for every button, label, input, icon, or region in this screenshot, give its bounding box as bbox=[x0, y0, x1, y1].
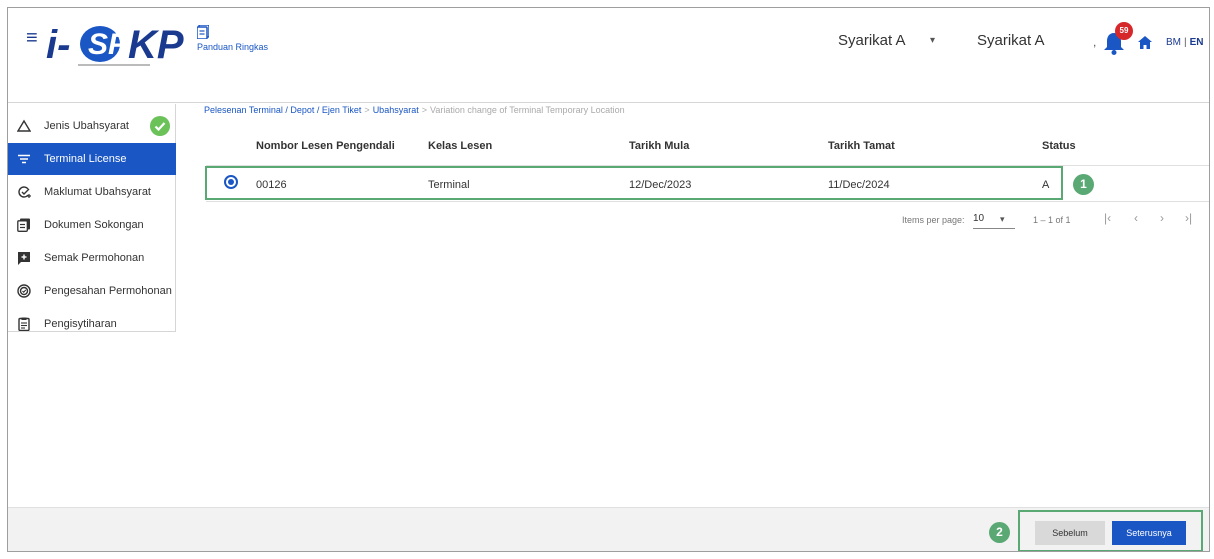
breadcrumb-link-pelesenan[interactable]: Pelesenan Terminal / Depot / Ejen Tiket bbox=[204, 105, 361, 115]
column-header-tarikh-mula[interactable]: Tarikh Mula bbox=[629, 140, 689, 152]
hamburger-icon[interactable]: ≡ bbox=[26, 28, 38, 48]
next-button[interactable]: Seterusnya bbox=[1112, 521, 1186, 545]
sidebar-item-maklumat-ubahsyarat[interactable]: Maklumat Ubahsyarat bbox=[8, 176, 176, 208]
separator-comma: , bbox=[1093, 35, 1097, 49]
sidebar-item-label: Terminal License bbox=[44, 153, 127, 165]
sidebar-item-label: Pengisytiharan bbox=[44, 318, 117, 330]
sidebar-item-dokumen-sokongan[interactable]: Dokumen Sokongan bbox=[8, 209, 176, 241]
first-page-icon[interactable]: |‹ bbox=[1104, 211, 1111, 225]
edit-check-icon bbox=[17, 185, 31, 199]
sidebar-item-label: Dokumen Sokongan bbox=[44, 219, 144, 231]
lang-bm[interactable]: BM bbox=[1166, 37, 1181, 48]
clipboard-icon bbox=[17, 317, 31, 331]
lang-en[interactable]: EN bbox=[1190, 37, 1204, 48]
previous-button[interactable]: Sebelum bbox=[1035, 521, 1105, 545]
last-page-icon[interactable]: ›| bbox=[1185, 211, 1192, 225]
column-header-tarikh-tamat[interactable]: Tarikh Tamat bbox=[828, 140, 895, 152]
column-header-status[interactable]: Status bbox=[1042, 140, 1076, 152]
column-header-nombor-lesen[interactable]: Nombor Lesen Pengendali bbox=[256, 140, 395, 152]
top-header: ≡ i- SP KP Panduan Ringkas Syarikat A ▾ … bbox=[8, 8, 1209, 103]
pagination-range: 1 – 1 of 1 bbox=[1033, 215, 1071, 225]
quick-guide-label: Panduan Ringkas bbox=[197, 42, 269, 52]
breadcrumb-separator: > bbox=[364, 105, 370, 115]
breadcrumb-current: Variation change of Terminal Temporary L… bbox=[429, 105, 625, 115]
sidebar-item-terminal-license[interactable]: Terminal License bbox=[8, 143, 176, 175]
language-switcher: BM | EN bbox=[1166, 37, 1204, 48]
sidebar-item-label: Jenis Ubahsyarat bbox=[44, 120, 129, 132]
home-icon[interactable] bbox=[1138, 36, 1152, 49]
check-circle-icon bbox=[150, 116, 170, 136]
svg-text:SP: SP bbox=[88, 28, 129, 61]
triangle-icon bbox=[17, 119, 31, 133]
sidebar-item-label: Semak Permohonan bbox=[44, 252, 145, 264]
breadcrumb: Pelesenan Terminal / Depot / Ejen Tiket >… bbox=[204, 105, 625, 115]
review-icon bbox=[17, 251, 31, 265]
annotation-badge-2: 2 bbox=[989, 522, 1010, 543]
chevron-down-icon[interactable]: ▾ bbox=[1000, 214, 1005, 225]
table-header: Nombor Lesen Pengendali Kelas Lesen Tari… bbox=[206, 126, 1209, 166]
sidebar-item-label: Pengesahan Permohonan bbox=[44, 285, 172, 297]
svg-text:i-: i- bbox=[46, 23, 70, 67]
filter-icon bbox=[17, 152, 31, 166]
company-selector[interactable]: Syarikat A bbox=[838, 32, 906, 49]
column-header-kelas-lesen[interactable]: Kelas Lesen bbox=[428, 140, 492, 152]
sidebar-item-pengesahan-permohonan[interactable]: Pengesahan Permohonan bbox=[8, 275, 176, 307]
chevron-down-icon[interactable]: ▾ bbox=[930, 35, 935, 46]
quick-guide-link[interactable]: Panduan Ringkas bbox=[197, 25, 269, 52]
sidebar-item-label: Maklumat Ubahsyarat bbox=[44, 186, 151, 198]
highlight-box-row bbox=[205, 166, 1063, 200]
lang-separator: | bbox=[1184, 37, 1187, 48]
sidebar-item-semak-permohonan[interactable]: Semak Permohonan bbox=[8, 242, 176, 274]
notification-badge: 59 bbox=[1115, 22, 1133, 40]
previous-page-icon[interactable]: ‹ bbox=[1134, 211, 1138, 225]
sidebar-item-pengisytiharan[interactable]: Pengisytiharan bbox=[8, 308, 176, 340]
breadcrumb-link-ubahsyarat[interactable]: Ubahsyarat bbox=[373, 105, 419, 115]
items-per-page-label: Items per page: bbox=[902, 215, 965, 225]
documents-icon bbox=[17, 218, 31, 232]
verify-icon bbox=[17, 284, 31, 298]
app-logo[interactable]: i- SP KP bbox=[44, 18, 186, 70]
select-underline bbox=[973, 228, 1015, 229]
sidebar-item-jenis-ubahsyarat[interactable]: Jenis Ubahsyarat bbox=[8, 110, 176, 142]
next-page-icon[interactable]: › bbox=[1160, 211, 1164, 225]
app-frame: ≡ i- SP KP Panduan Ringkas Syarikat A ▾ … bbox=[7, 7, 1210, 552]
svg-text:KP: KP bbox=[128, 23, 184, 67]
company-name: Syarikat A bbox=[977, 32, 1045, 49]
document-icon bbox=[197, 25, 209, 39]
sidebar: Jenis Ubahsyarat Terminal License Maklum… bbox=[8, 104, 176, 332]
annotation-badge-1: 1 bbox=[1073, 174, 1094, 195]
breadcrumb-separator: > bbox=[421, 105, 427, 115]
items-per-page-select[interactable]: 10 bbox=[973, 213, 984, 224]
